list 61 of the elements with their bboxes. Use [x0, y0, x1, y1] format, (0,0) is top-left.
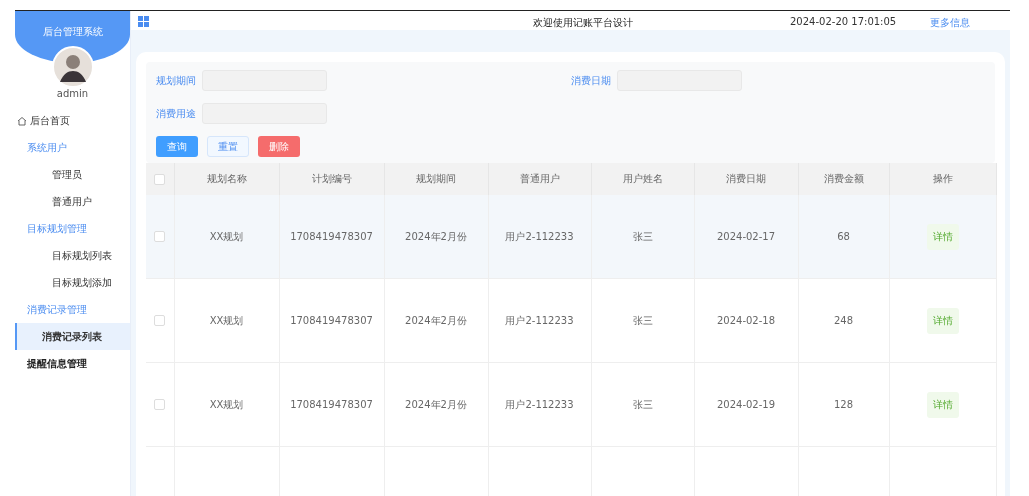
action-button[interactable]: 查询	[156, 136, 198, 157]
checkbox[interactable]	[154, 231, 166, 242]
menu-item[interactable]: 目标规划添加	[15, 269, 130, 296]
menu-item[interactable]: 普通用户	[15, 188, 130, 215]
more-info-link[interactable]: 更多信息	[930, 16, 1010, 30]
checkbox[interactable]	[154, 399, 166, 410]
table-cell: 2024年2月份	[405, 398, 467, 410]
page-title: 欢迎使用记账平台设计	[533, 16, 633, 30]
table-cell: 2024年2月份	[405, 314, 467, 326]
checkbox[interactable]	[154, 315, 166, 326]
column-header: 计划编号	[311, 173, 352, 184]
table-cell: 1708419478307	[290, 231, 373, 242]
menu-item[interactable]: 目标规划列表	[15, 242, 130, 269]
column-header: 规划期间	[416, 173, 456, 184]
table-cell: 2024-02-19	[716, 399, 776, 410]
table-cell: 2024-02-18	[716, 315, 776, 326]
menu-item[interactable]: 消费记录列表	[15, 323, 130, 350]
table-cell: XX规划	[209, 314, 244, 326]
column-header: 用户姓名	[622, 173, 663, 184]
table-cell: 用户2-112233	[505, 230, 574, 242]
column-header: 消费日期	[726, 173, 766, 184]
details-button[interactable]: 详情	[926, 307, 959, 334]
table-cell: 1708419478307	[290, 399, 373, 410]
table-cell: 用户2-112233	[505, 398, 574, 410]
checkbox[interactable]	[154, 173, 166, 185]
action-button[interactable]: 重置	[207, 136, 249, 157]
table-cell: 1708419478307	[290, 315, 373, 326]
table-cell: 用户2-112233	[505, 314, 574, 326]
column-header: 规划名称	[206, 173, 247, 184]
details-button[interactable]: 详情	[926, 223, 959, 250]
avatar-icon	[51, 46, 94, 88]
column-header: 普通用户	[519, 173, 560, 184]
datetime: 2024-02-20 17:01:05	[790, 16, 898, 27]
user-name: admin	[55, 88, 90, 99]
field-label: 消费用途	[156, 106, 196, 121]
menu-item[interactable]: 后台首页	[15, 107, 130, 134]
table-cell: 张三	[632, 230, 653, 242]
menu-group[interactable]: 消费记录管理	[15, 296, 130, 323]
menu-item[interactable]: 管理员	[15, 161, 130, 188]
table-cell: XX规划	[209, 230, 244, 242]
app-title: 后台管理系统	[42, 25, 103, 39]
menu-group[interactable]: 目标规划管理	[15, 215, 130, 242]
table-cell: 张三	[632, 314, 653, 326]
table-cell: 68	[837, 231, 850, 242]
table-cell: 128	[833, 399, 854, 410]
menu-group[interactable]: 系统用户	[15, 134, 130, 161]
table-cell: 2024-02-17	[716, 231, 776, 242]
table-cell: 2024年2月份	[405, 230, 467, 242]
table-cell: 张三	[632, 398, 653, 410]
menu-label: 后台首页	[30, 113, 70, 128]
column-header: 操作	[932, 173, 953, 184]
home-icon	[17, 115, 27, 126]
table-cell: 248	[833, 315, 854, 326]
table-cell: XX规划	[209, 398, 244, 410]
action-button[interactable]: 删除	[258, 136, 300, 157]
details-button[interactable]: 详情	[926, 391, 959, 418]
menu-icon[interactable]	[138, 16, 149, 27]
menu-group[interactable]: 提醒信息管理	[15, 350, 130, 377]
field-label: 消费日期	[571, 73, 611, 88]
column-header: 消费金额	[823, 173, 864, 184]
field-label: 规划期间	[156, 73, 196, 88]
